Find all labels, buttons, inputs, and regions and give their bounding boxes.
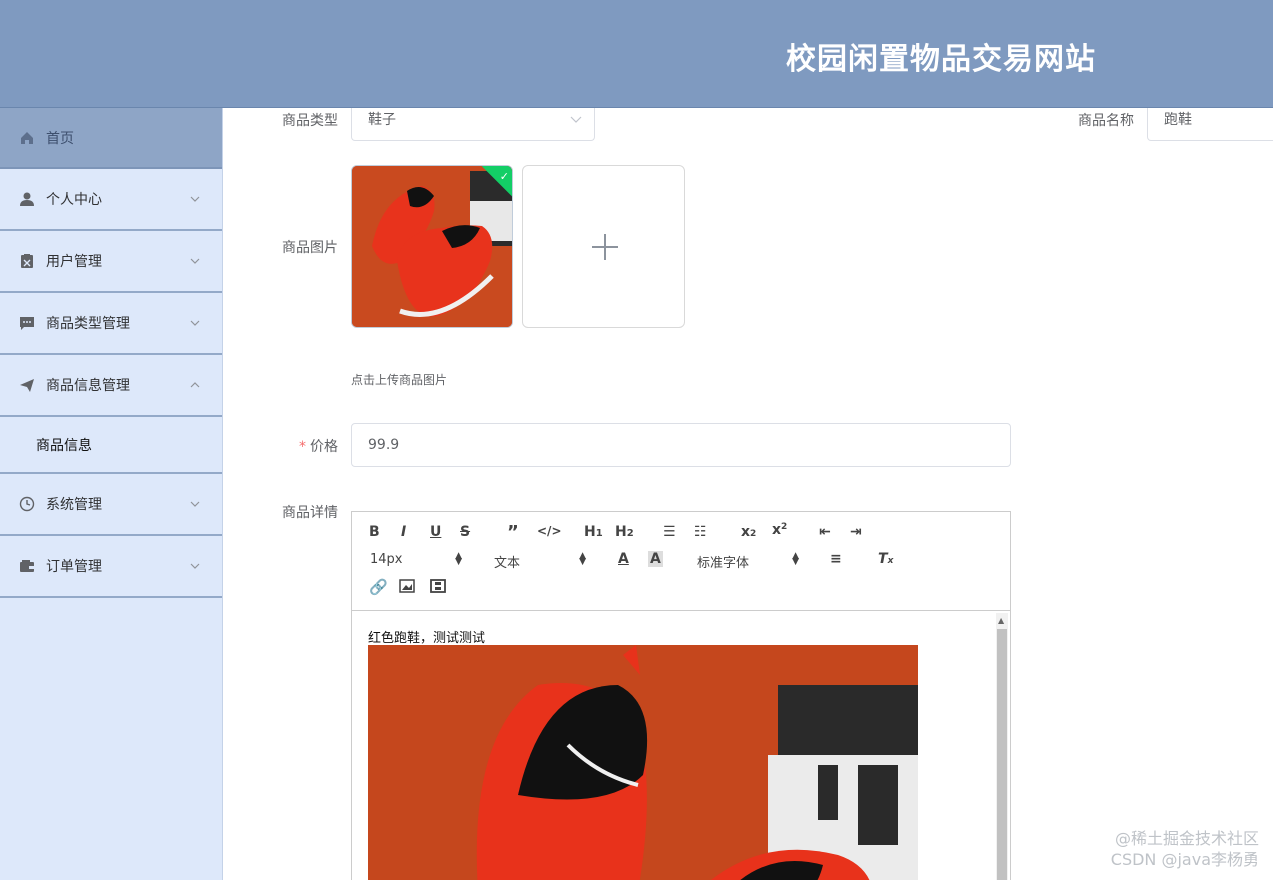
- background-color-icon[interactable]: A: [648, 551, 663, 567]
- product-form: 商品类型 鞋子 商品名称 跑鞋 商品图片 ✓ 点击上传商品图片 * 价格 99.…: [250, 108, 1273, 880]
- sidebar-item-home[interactable]: 首页: [0, 108, 222, 169]
- header-select[interactable]: 文本 ▲ ▼: [494, 551, 586, 572]
- watermark: @稀土掘金技术社区 CSDN @java李杨勇: [1111, 828, 1259, 870]
- upload-tip: 点击上传商品图片: [351, 373, 448, 387]
- image-label: 商品图片: [282, 240, 338, 256]
- type-select[interactable]: 鞋子: [351, 108, 595, 141]
- sidebar-item-order-management[interactable]: 订单管理: [0, 536, 222, 598]
- chevron-down-icon: [190, 258, 200, 264]
- bullet-list-icon[interactable]: ☷: [694, 524, 707, 540]
- uploaded-product-image[interactable]: ✓: [351, 165, 513, 328]
- font-family-select[interactable]: 标准字体 ▲ ▼: [697, 551, 799, 572]
- check-icon: ✓: [499, 170, 509, 183]
- required-mark: *: [299, 439, 306, 455]
- editor-text: 红色跑鞋，测试测试: [368, 631, 486, 646]
- font-color-icon[interactable]: A: [618, 551, 629, 567]
- video-icon[interactable]: [430, 579, 446, 597]
- bold-icon[interactable]: B: [369, 524, 380, 540]
- chevron-up-icon: [190, 382, 200, 388]
- watermark-line2: CSDN @java李杨勇: [1110, 850, 1259, 869]
- sidebar-item-label: 系统管理: [46, 497, 102, 513]
- sidebar-item-label: 个人中心: [46, 192, 102, 208]
- wallet-icon: [18, 557, 36, 575]
- chat-icon: [18, 314, 36, 332]
- heading2-icon[interactable]: H2: [615, 524, 634, 540]
- home-icon: [18, 129, 36, 147]
- spinner-icon: ▲ ▼: [792, 551, 799, 567]
- scrollbar-thumb[interactable]: [997, 629, 1007, 880]
- sidebar-item-label: 商品信息管理: [46, 378, 130, 394]
- scrollbar[interactable]: ▲: [996, 613, 1008, 880]
- clipboard-icon: [18, 252, 36, 270]
- clock-icon: [18, 495, 36, 513]
- watermark-line1: @稀土掘金技术社区: [1114, 829, 1259, 848]
- chevron-down-icon: [190, 196, 200, 202]
- site-title: 校园闲置物品交易网站: [786, 42, 1096, 77]
- chevron-down-icon: [190, 501, 200, 507]
- top-header: 校园闲置物品交易网站: [0, 0, 1273, 108]
- sidebar-item-label: 商品类型管理: [46, 316, 130, 332]
- detail-label: 商品详情: [282, 505, 338, 521]
- outdent-icon[interactable]: ⇤: [819, 524, 831, 540]
- upload-image-button[interactable]: [522, 165, 685, 328]
- chevron-down-icon: [190, 320, 200, 326]
- chevron-down-icon: [570, 116, 582, 123]
- sidebar-item-personal-center[interactable]: 个人中心: [0, 169, 222, 231]
- rich-text-editor: B I U S ” </> H1 H2 ☰ ☷ x2 x2 ⇤ ⇥ 14px ▲ ▼…: [351, 511, 1011, 880]
- send-icon: [18, 376, 36, 394]
- sidebar-subitem-product-info[interactable]: 商品信息: [0, 417, 222, 474]
- sidebar-item-product-management[interactable]: 商品信息管理: [0, 355, 222, 417]
- name-label: 商品名称: [1078, 113, 1134, 129]
- sidebar-item-user-management[interactable]: 用户管理: [0, 231, 222, 293]
- scroll-up-icon[interactable]: ▲: [998, 616, 1004, 625]
- spinner-icon: ▲ ▼: [455, 551, 462, 567]
- ordered-list-icon[interactable]: ☰: [663, 524, 676, 540]
- blockquote-icon[interactable]: ”: [507, 522, 519, 543]
- link-icon[interactable]: 🔗: [369, 578, 388, 596]
- image-icon[interactable]: [399, 579, 415, 597]
- sidebar-item-category-management[interactable]: 商品类型管理: [0, 293, 222, 355]
- heading1-icon[interactable]: H1: [584, 524, 603, 540]
- sidebar-item-label: 首页: [46, 130, 74, 147]
- chevron-down-icon: [190, 563, 200, 569]
- name-input[interactable]: 跑鞋: [1147, 108, 1273, 141]
- price-label: * 价格: [250, 436, 338, 456]
- editor-embedded-image: [368, 645, 918, 880]
- clear-format-icon[interactable]: Tx: [878, 551, 893, 567]
- main-content: 商品类型 鞋子 商品名称 跑鞋 商品图片 ✓ 点击上传商品图片 * 价格 99.…: [223, 108, 1273, 880]
- underline-icon[interactable]: U: [430, 524, 441, 540]
- type-select-value: 鞋子: [368, 112, 396, 128]
- font-size-select[interactable]: 14px ▲ ▼: [370, 551, 462, 568]
- type-label: 商品类型: [282, 113, 338, 129]
- spinner-icon: ▲ ▼: [579, 551, 586, 567]
- shoe-thumbnail-image: [352, 166, 512, 327]
- indent-icon[interactable]: ⇥: [850, 524, 862, 540]
- sidebar-item-label: 用户管理: [46, 254, 102, 270]
- sidebar-item-label: 订单管理: [46, 559, 102, 575]
- user-icon: [18, 190, 36, 208]
- italic-icon[interactable]: I: [401, 524, 406, 540]
- align-left-icon[interactable]: ≡: [830, 551, 842, 567]
- price-label-text: 价格: [310, 439, 338, 455]
- editor-toolbar: B I U S ” </> H1 H2 ☰ ☷ x2 x2 ⇤ ⇥ 14px ▲ ▼…: [352, 512, 1010, 611]
- code-icon[interactable]: </>: [537, 524, 562, 538]
- sidebar-item-system-management[interactable]: 系统管理: [0, 474, 222, 536]
- sidebar-menu: 首页 个人中心 用户管理 商品类型管理 商品信息管理 商品信息 系统管理 订单管…: [0, 108, 223, 880]
- editor-content[interactable]: 红色跑鞋，测试测试 ▲: [352, 611, 1010, 880]
- price-input[interactable]: 99.9: [351, 423, 1011, 467]
- superscript-icon[interactable]: x2: [772, 522, 787, 538]
- strikethrough-icon[interactable]: S: [460, 524, 470, 540]
- subscript-icon[interactable]: x2: [741, 524, 756, 540]
